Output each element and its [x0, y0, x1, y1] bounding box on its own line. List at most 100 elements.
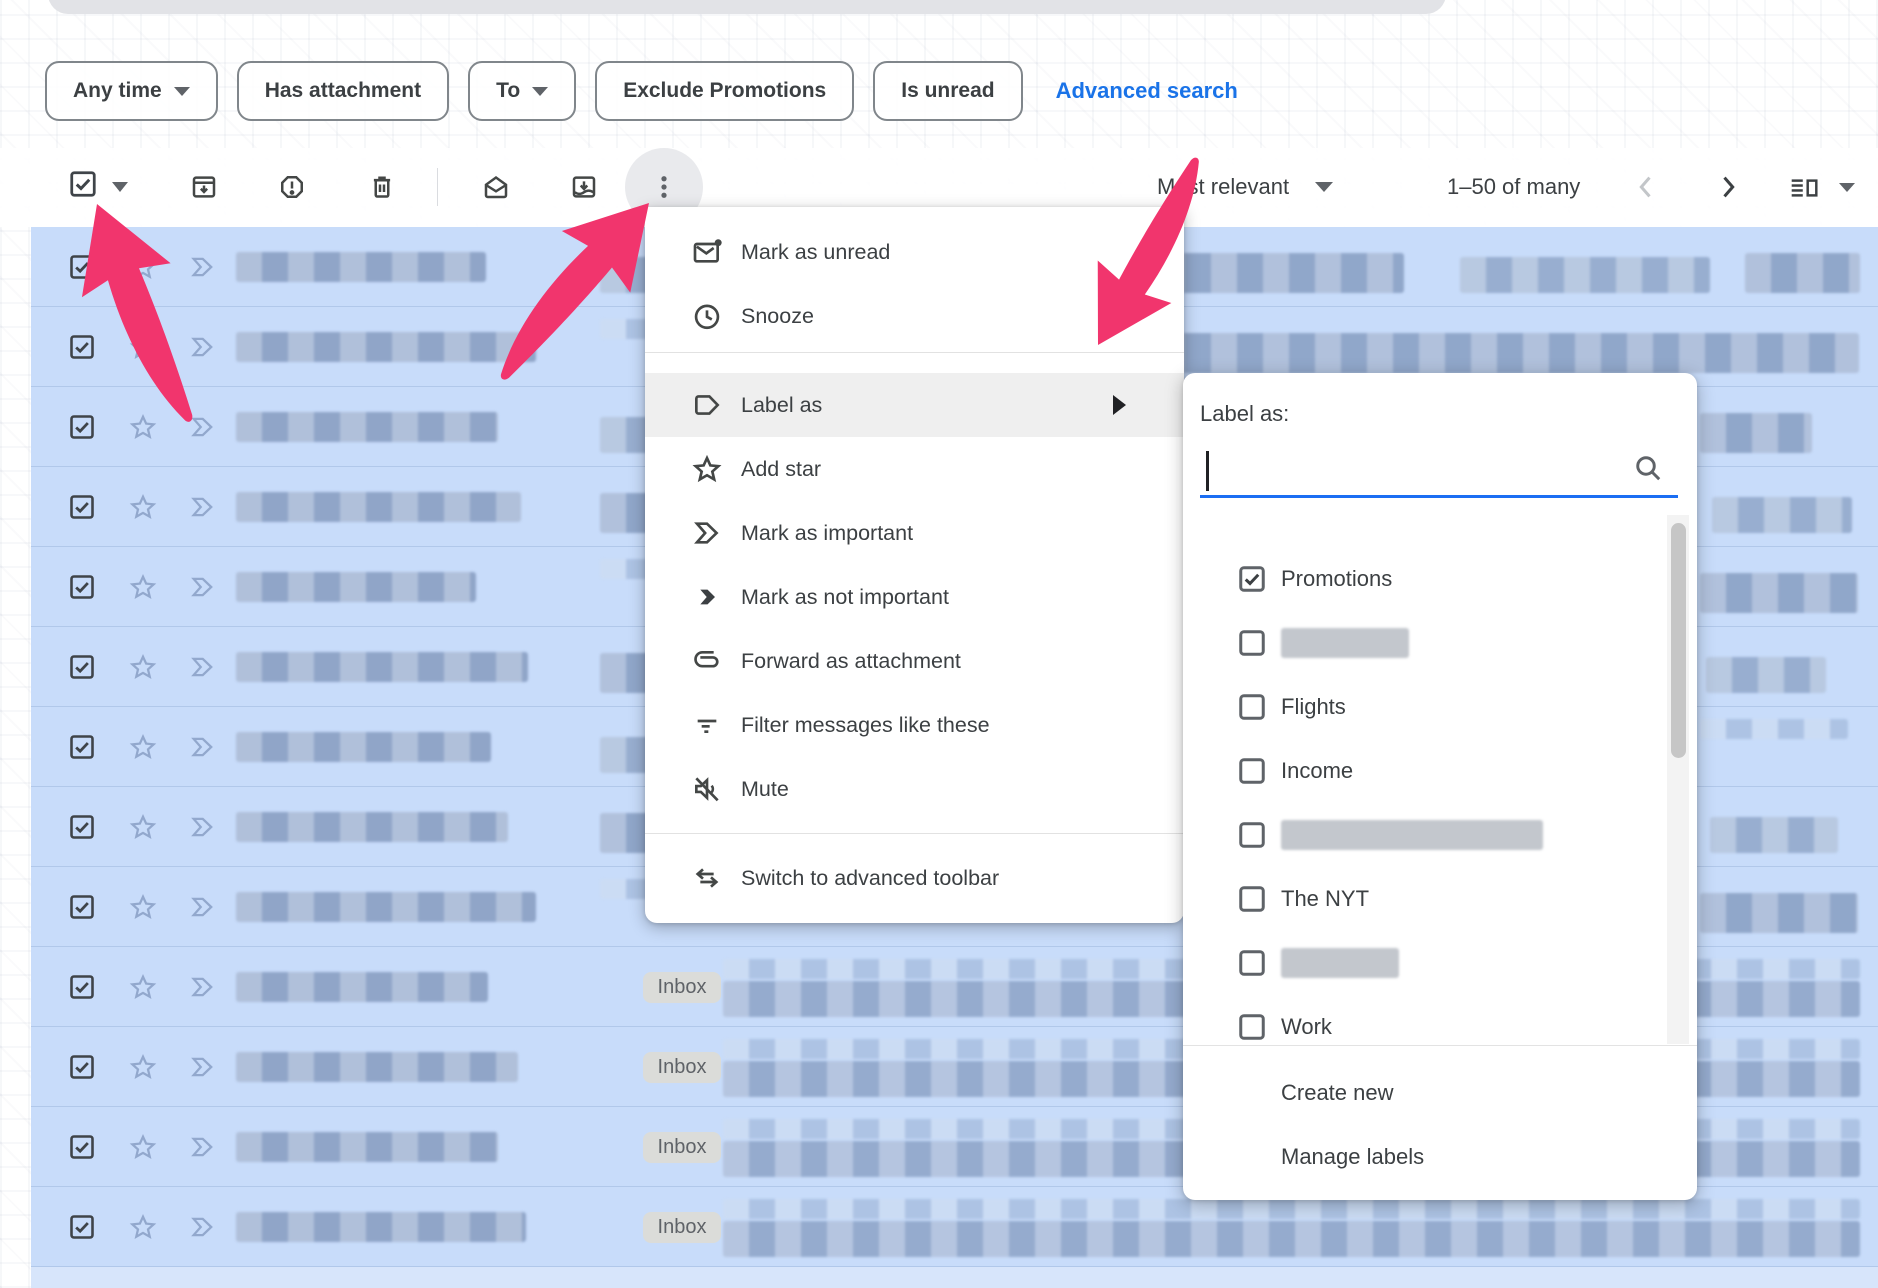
label-checkbox[interactable]: [1237, 1012, 1267, 1042]
importance-marker-icon[interactable]: [188, 412, 218, 442]
row-checkbox[interactable]: [68, 973, 96, 1001]
row-checkbox[interactable]: [68, 253, 96, 281]
importance-marker-icon[interactable]: [188, 1212, 218, 1242]
menu-item-mute[interactable]: Mute: [645, 757, 1184, 821]
row-checkbox[interactable]: [68, 413, 96, 441]
older-page-icon[interactable]: [1714, 173, 1742, 201]
inbox-label-chip: Inbox: [643, 1132, 721, 1163]
star-icon[interactable]: [128, 892, 158, 922]
label-row-income[interactable]: Income: [1183, 739, 1697, 803]
label-row-work[interactable]: Work: [1183, 995, 1697, 1044]
row-checkbox[interactable]: [68, 333, 96, 361]
menu-item-switch-to-advanced-toolbar[interactable]: Switch to advanced toolbar: [645, 846, 1184, 910]
filter-chip-to[interactable]: To: [468, 61, 576, 121]
menu-item-label: Mark as unread: [741, 240, 890, 265]
report-spam-icon[interactable]: [277, 172, 307, 202]
menu-item-mark-as-unread[interactable]: Mark as unread: [645, 220, 1184, 284]
label-row-flights[interactable]: Flights: [1183, 675, 1697, 739]
inbox-label-chip: Inbox: [643, 972, 721, 1003]
label-checkbox[interactable]: [1237, 628, 1267, 658]
star-icon[interactable]: [128, 332, 158, 362]
row-checkbox[interactable]: [68, 1213, 96, 1241]
menu-item-add-star[interactable]: Add star: [645, 437, 1184, 501]
label-row-blurred[interactable]: [1183, 803, 1697, 867]
split-pane-caret-icon[interactable]: [1838, 182, 1856, 193]
create-new-label-item[interactable]: Create new: [1183, 1061, 1697, 1125]
star-icon[interactable]: [128, 972, 158, 1002]
newer-page-icon[interactable]: [1632, 173, 1660, 201]
filter-chip-any-time[interactable]: Any time: [45, 61, 218, 121]
filter-chip-label: Has attachment: [265, 79, 421, 103]
importance-marker-icon[interactable]: [188, 572, 218, 602]
row-checkbox[interactable]: [68, 893, 96, 921]
importance-marker-icon[interactable]: [188, 732, 218, 762]
menu-item-mark-as-not-important[interactable]: Mark as not important: [645, 565, 1184, 629]
blurred-sender: [236, 412, 498, 442]
importance-marker-icon[interactable]: [188, 492, 218, 522]
label-checkbox[interactable]: [1237, 884, 1267, 914]
label-checkbox[interactable]: [1237, 692, 1267, 722]
star-icon[interactable]: [128, 652, 158, 682]
menu-item-label-as[interactable]: Label as: [645, 373, 1184, 437]
row-checkbox[interactable]: [68, 733, 96, 761]
filter-chip-has-attachment[interactable]: Has attachment: [237, 61, 449, 121]
star-icon[interactable]: [128, 1052, 158, 1082]
star-icon[interactable]: [128, 732, 158, 762]
blurred-sender: [236, 1212, 526, 1242]
row-checkbox[interactable]: [68, 653, 96, 681]
blurred-subject: [723, 1221, 1860, 1257]
star-icon[interactable]: [128, 572, 158, 602]
row-checkbox[interactable]: [68, 1053, 96, 1081]
select-dropdown-caret-icon[interactable]: [110, 181, 130, 193]
split-pane-icon[interactable]: [1788, 173, 1820, 203]
label-checkbox[interactable]: [1237, 948, 1267, 978]
label-search-cursor: [1206, 451, 1209, 491]
importance-marker-icon[interactable]: [188, 332, 218, 362]
importance-marker-icon[interactable]: [188, 652, 218, 682]
blurred-sender: [236, 652, 528, 682]
row-checkbox[interactable]: [68, 573, 96, 601]
label-checkbox[interactable]: [1237, 756, 1267, 786]
star-icon[interactable]: [128, 492, 158, 522]
menu-item-filter-messages-like-these[interactable]: Filter messages like these: [645, 693, 1184, 757]
label-row-blurred[interactable]: [1183, 931, 1697, 995]
importance-marker-icon[interactable]: [188, 1132, 218, 1162]
importance-marker-icon[interactable]: [188, 812, 218, 842]
importance-marker-icon[interactable]: [188, 1052, 218, 1082]
manage-labels-item[interactable]: Manage labels: [1183, 1125, 1697, 1189]
label-row-blurred[interactable]: [1183, 611, 1697, 675]
importance-marker-icon[interactable]: [188, 892, 218, 922]
filter-chip-label: Is unread: [901, 79, 994, 103]
advanced-search-link[interactable]: Advanced search: [1056, 78, 1238, 104]
row-checkbox[interactable]: [68, 813, 96, 841]
select-all-checkbox[interactable]: [68, 169, 98, 199]
move-to-icon[interactable]: [569, 172, 599, 202]
row-checkbox[interactable]: [68, 1133, 96, 1161]
importance-marker-icon[interactable]: [188, 972, 218, 1002]
email-row[interactable]: [31, 1267, 1878, 1288]
menu-item-mark-as-important[interactable]: Mark as important: [645, 501, 1184, 565]
label-list-scrollbar-thumb[interactable]: [1671, 523, 1686, 758]
label-row-the-nyt[interactable]: The NYT: [1183, 867, 1697, 931]
star-icon[interactable]: [128, 412, 158, 442]
filter-chip-is-unread[interactable]: Is unread: [873, 61, 1022, 121]
label-checkbox[interactable]: [1237, 820, 1267, 850]
menu-item-forward-as-attachment[interactable]: Forward as attachment: [645, 629, 1184, 693]
star-icon[interactable]: [128, 1212, 158, 1242]
importance-marker-icon[interactable]: [188, 252, 218, 282]
menu-item-label: Filter messages like these: [741, 713, 990, 738]
label-row-promotions[interactable]: Promotions: [1183, 547, 1697, 611]
delete-icon[interactable]: [367, 172, 397, 202]
mark-as-read-icon[interactable]: [481, 172, 511, 202]
search-icon[interactable]: [1632, 452, 1664, 484]
archive-icon[interactable]: [189, 172, 219, 202]
filter-chip-exclude-promotions[interactable]: Exclude Promotions: [595, 61, 854, 121]
label-checkbox[interactable]: [1237, 564, 1267, 594]
row-checkbox[interactable]: [68, 493, 96, 521]
blurred-subject: [723, 1199, 1860, 1219]
menu-item-snooze[interactable]: Snooze: [645, 284, 1184, 348]
star-icon[interactable]: [128, 812, 158, 842]
menu-divider: [645, 352, 1184, 353]
star-icon[interactable]: [128, 1132, 158, 1162]
star-icon[interactable]: [128, 252, 158, 282]
